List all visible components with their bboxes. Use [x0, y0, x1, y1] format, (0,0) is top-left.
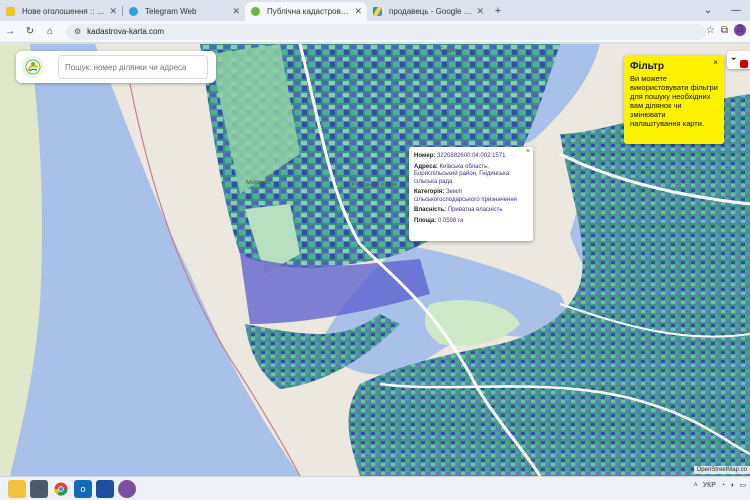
- close-icon[interactable]: ×: [713, 58, 718, 67]
- parcel-ownership-value: Приватна власність: [447, 207, 503, 213]
- place-label: Рибацький острів: [352, 181, 397, 188]
- calculator-icon[interactable]: [30, 479, 48, 498]
- parcel-info-popup: × Номер: 3220882600:04:002:1571 Адреса: …: [409, 147, 533, 241]
- home-icon[interactable]: ⌂: [40, 26, 60, 37]
- search-input[interactable]: [58, 55, 208, 79]
- tab-search-chevron-icon[interactable]: ⌄: [694, 0, 722, 21]
- tab-title: Нове оголошення :: Rieltor.ua: [22, 7, 122, 16]
- tab-title: Telegram Web: [145, 7, 197, 16]
- language-indicator[interactable]: УКР: [703, 482, 716, 489]
- tab-bar: Нове оголошення :: Rieltor.ua ✕ Telegram…: [0, 0, 750, 21]
- outlook-icon[interactable]: o: [74, 479, 92, 498]
- parcel-area-label: Площа:: [414, 217, 437, 224]
- os-taskbar: o ˄ УКР ◔ ◖ ▭: [0, 476, 750, 500]
- parcel-area-value: 0.0598 га: [437, 217, 464, 224]
- parcel-number-value[interactable]: 3220882600:04:002:1571: [437, 153, 505, 159]
- back-arrow-icon[interactable]: →: [0, 26, 20, 37]
- place-label: Мокиньо: [246, 180, 271, 186]
- place-label: Гнідин: [440, 48, 458, 54]
- teams-icon[interactable]: [96, 479, 114, 498]
- system-tray: ˄ УКР ◔ ◖ ▭: [694, 481, 746, 490]
- extensions-icon[interactable]: ⧉: [721, 25, 728, 36]
- filter-tooltip-body: Ви можете використовувати фільтри для по…: [630, 74, 718, 128]
- bookmark-star-icon[interactable]: ☆: [706, 25, 715, 36]
- tab-google-drive[interactable]: продавець - Google Диск ✕: [367, 2, 489, 21]
- parcel-ownership-row: Власність: Приватна власність: [414, 207, 528, 215]
- tab-telegram[interactable]: Telegram Web ✕: [123, 2, 245, 21]
- tab-title: продавець - Google Диск: [389, 7, 482, 16]
- tab-title: Публічна кадастрова карта Ук: [267, 7, 367, 16]
- parcel-address-row: Адреса: Київська область, Бориспільський…: [414, 164, 528, 187]
- logo-mark-icon: [25, 59, 41, 75]
- wifi-icon[interactable]: ◔: [721, 482, 725, 489]
- site-logo-icon[interactable]: [22, 56, 44, 78]
- close-tab-icon[interactable]: ✕: [476, 2, 484, 21]
- chevron-up-icon[interactable]: ˄: [694, 482, 698, 489]
- filter-tooltip: × Фільтр Ви можете використовувати фільт…: [624, 55, 724, 144]
- google-drive-favicon-icon: [373, 7, 382, 16]
- volume-icon[interactable]: ◖: [730, 482, 734, 489]
- tab-rieltor[interactable]: Нове оголошення :: Rieltor.ua ✕: [0, 2, 122, 21]
- parcel-address-label: Адреса:: [414, 163, 438, 170]
- new-tab-button[interactable]: +: [489, 2, 507, 21]
- filter-funnel-icon: ⏷: [731, 56, 737, 63]
- profile-avatar[interactable]: Д: [734, 24, 746, 36]
- map-attribution[interactable]: OpenStreetMap.co: [693, 466, 750, 474]
- telegram-favicon-icon: [129, 7, 138, 16]
- search-panel: [16, 51, 216, 83]
- reload-icon[interactable]: ↻: [20, 26, 40, 37]
- browser-toolbar: → ↻ ⌂ ⚙ kadastrova-karta.com ☆ ⧉ Д: [0, 21, 750, 43]
- close-icon[interactable]: ×: [526, 148, 530, 156]
- chrome-icon[interactable]: [52, 480, 70, 498]
- site-settings-icon[interactable]: ⚙: [74, 27, 81, 36]
- parcel-number-row: Номер: 3220882600:04:002:1571: [414, 153, 528, 161]
- window-controls: ⌄ —: [694, 0, 750, 21]
- battery-icon[interactable]: ▭: [739, 481, 746, 489]
- filter-tooltip-title: Фільтр: [630, 61, 664, 72]
- chrome-logo-icon: [54, 482, 68, 495]
- close-tab-icon[interactable]: ✕: [109, 2, 117, 21]
- map-marker-icon[interactable]: [740, 60, 748, 68]
- parcel-area-row: Площа: 0.0598 га: [414, 218, 528, 226]
- parcel-category-row: Категорія: Землі сільськогосподарського …: [414, 189, 528, 204]
- parcel-ownership-label: Власність:: [414, 207, 447, 213]
- address-bar[interactable]: ⚙ kadastrova-karta.com: [66, 23, 706, 40]
- close-tab-icon[interactable]: ✕: [232, 2, 240, 21]
- parcel-number-label: Номер:: [414, 153, 436, 159]
- minimize-icon[interactable]: —: [722, 0, 750, 21]
- kadastr-favicon-icon: [251, 7, 260, 16]
- parcel-category-label: Категорія:: [414, 189, 445, 195]
- address-text: kadastrova-karta.com: [87, 27, 165, 36]
- file-explorer-icon[interactable]: [8, 479, 26, 498]
- toolbar-right: ☆ ⧉ Д: [706, 24, 746, 36]
- viber-icon[interactable]: [118, 479, 136, 498]
- tab-kadastr[interactable]: Публічна кадастрова карта Ук ✕: [245, 2, 367, 21]
- rieltor-favicon-icon: [6, 7, 15, 16]
- close-tab-icon[interactable]: ✕: [354, 2, 362, 21]
